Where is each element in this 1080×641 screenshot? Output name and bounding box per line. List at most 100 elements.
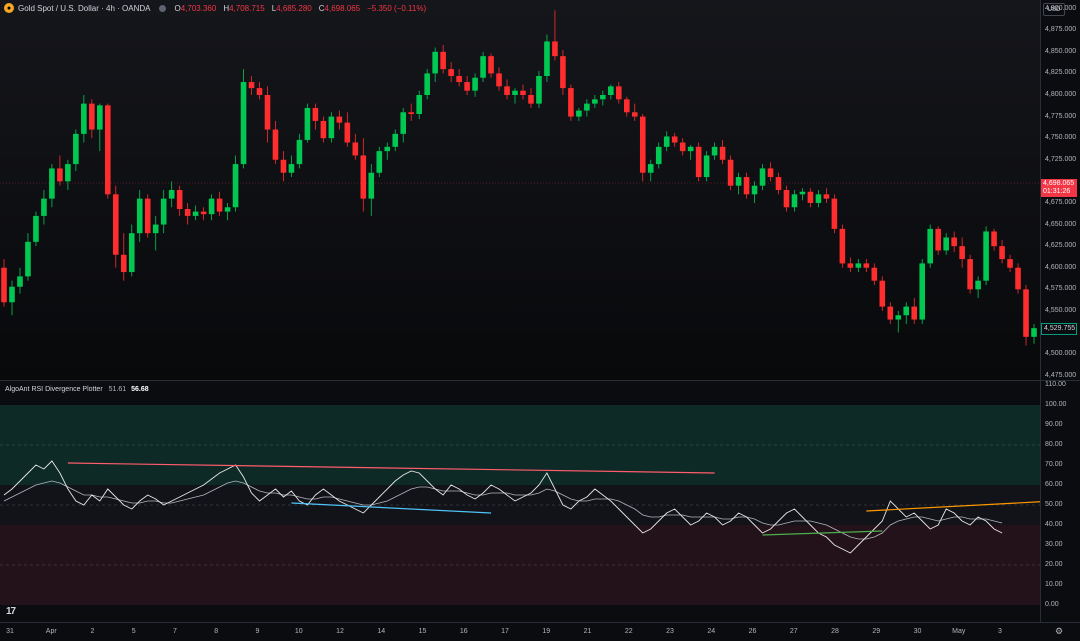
rsi-axis-label: 10.00 [1045, 581, 1063, 588]
candle-body [1007, 259, 1013, 268]
ohlc-close: C4,698.065 [318, 3, 361, 13]
candle-body [663, 136, 670, 147]
candle-body [1015, 267, 1021, 290]
time-axis-label: 3 [998, 628, 1002, 635]
candle-body [384, 146, 391, 152]
candle-body [448, 69, 454, 76]
price-axis-label: 4,875.000 [1045, 26, 1077, 34]
time-axis-label: 8 [214, 628, 219, 635]
candle-body [168, 190, 175, 199]
candle-body [687, 146, 694, 152]
price-axis-label: 4,625.000 [1045, 242, 1077, 250]
candle-body [751, 185, 758, 195]
currency-select[interactable]: USD [1043, 3, 1065, 16]
rsi-axis-label: 110.00 [1045, 381, 1066, 388]
gear-icon[interactable]: ⚙ [1055, 626, 1063, 637]
time-axis-label: 10 [294, 628, 303, 635]
candle-body [544, 41, 550, 76]
candle-body [200, 211, 207, 215]
rsi-axis-label: 0.00 [1045, 601, 1059, 608]
candle-body [887, 306, 894, 320]
time-axis-label: 17 [501, 628, 509, 635]
candle-body [871, 267, 878, 281]
candle-body [791, 194, 798, 208]
price-axis-label: 4,500.000 [1045, 350, 1077, 358]
candle-body [304, 107, 311, 140]
candle-body [216, 198, 223, 212]
candle-body [272, 129, 279, 160]
time-axis-label: 22 [624, 628, 633, 635]
candle-body [432, 51, 438, 74]
candle-body [568, 88, 574, 117]
candle-body [81, 103, 87, 134]
symbol-title[interactable]: Gold Spot / U.S. Dollar · 4h · OANDA [18, 4, 151, 13]
rsi-axis-label: 90.00 [1045, 421, 1063, 428]
price-axis-label: 4,575.000 [1045, 285, 1077, 293]
candle-body [592, 99, 598, 104]
visibility-dot-icon[interactable] [158, 4, 166, 12]
rsi-indicator-name[interactable]: AlgoAnt RSI Divergence Plotter [5, 386, 103, 393]
rsi-value-1: 51.61 [108, 386, 127, 393]
candle-body [400, 112, 407, 134]
candle-body [136, 198, 143, 234]
candle-body [144, 198, 151, 234]
candle-body [967, 259, 973, 290]
candle-body [895, 315, 902, 320]
main-price-pane[interactable]: ● Gold Spot / U.S. Dollar · 4h · OANDA O… [0, 0, 1040, 380]
candle-body [456, 76, 462, 83]
time-axis-label: 23 [666, 628, 674, 635]
rsi-indicator-pane[interactable]: AlgoAnt RSI Divergence Plotter 51.61 56.… [0, 381, 1040, 622]
tradingview-logo[interactable]: 17 [6, 606, 16, 617]
candle-body [344, 122, 351, 143]
candle-body [576, 110, 582, 117]
rsi-chart[interactable] [0, 381, 1040, 622]
time-axis[interactable]: ⚙ 31 Apr 2 5 7 8 9 10 12 14 15 16 17 19 21 22 23 24 26 27 28… [0, 622, 1080, 641]
symbol-legend: ● Gold Spot / U.S. Dollar · 4h · OANDA O… [4, 3, 426, 13]
candle-body [296, 139, 303, 165]
price-axis-label: 4,600.000 [1045, 263, 1077, 271]
candle-body [951, 237, 957, 247]
candle-body [184, 209, 191, 216]
candle-body [943, 237, 949, 251]
rsi-axis-label: 70.00 [1045, 461, 1063, 468]
candle-body [631, 112, 638, 117]
candle-body [671, 136, 678, 143]
rsi-axis[interactable]: 110.00 100.00 90.00 80.00 70.00 60.00 50.00 40.… [1040, 381, 1080, 622]
candle-body [224, 207, 231, 212]
candle-body [352, 142, 359, 156]
candle-body [160, 198, 167, 225]
candle-body [839, 228, 846, 264]
time-axis-label: 5 [131, 628, 136, 635]
candle-body [9, 286, 15, 303]
price-axis-label: 4,850.000 [1045, 47, 1077, 55]
price-axis-label: 4,550.000 [1045, 306, 1077, 314]
candle-body [512, 90, 518, 95]
candle-body [815, 194, 822, 203]
candle-body [65, 164, 71, 182]
green-price-tag: 4,529.755 [1041, 323, 1077, 336]
time-axis-label: 21 [583, 628, 592, 635]
candlestick-chart[interactable] [0, 0, 1040, 380]
candle-body [112, 194, 119, 255]
candle-body [600, 95, 606, 100]
candle-body [679, 142, 686, 152]
time-axis-label: 30 [913, 628, 922, 635]
candle-body [320, 120, 327, 139]
time-axis-label: 26 [748, 628, 757, 635]
candle-body [536, 76, 542, 104]
rsi-value-2: 56.68 [131, 386, 149, 393]
candle-body [328, 116, 335, 139]
candle-body [480, 56, 486, 78]
time-axis-label: 28 [831, 628, 839, 635]
candle-body [288, 164, 295, 173]
candle-body [312, 107, 319, 121]
candle-body [855, 263, 862, 268]
candle-body [584, 103, 590, 111]
gold-symbol-icon: ● [4, 3, 14, 13]
candle-body [248, 82, 255, 89]
candle-body [520, 90, 526, 95]
candle-body [552, 41, 558, 57]
candle-body [232, 164, 239, 208]
candle-body [496, 73, 502, 87]
price-axis-label: 4,475.000 [1045, 371, 1077, 379]
